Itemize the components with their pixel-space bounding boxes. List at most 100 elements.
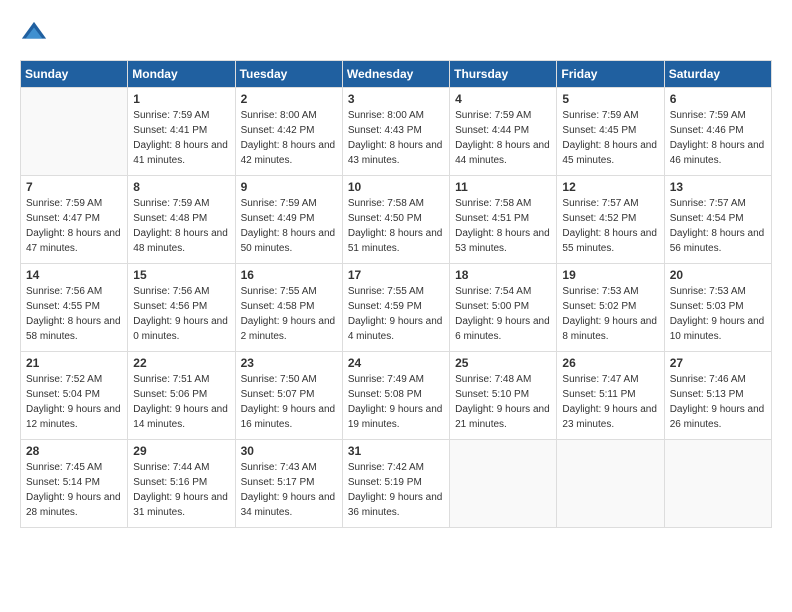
sunset-label: Sunset: 4:58 PM [241,301,315,312]
sunset-label: Sunset: 4:47 PM [26,213,100,224]
sunset-label: Sunset: 5:19 PM [348,477,422,488]
daylight-label: Daylight: 9 hours and 28 minutes. [26,492,121,518]
day-number: 1 [133,92,229,106]
sunrise-label: Sunrise: 7:48 AM [455,374,531,385]
day-info: Sunrise: 7:55 AM Sunset: 4:58 PM Dayligh… [241,284,337,344]
day-number: 2 [241,92,337,106]
day-number: 26 [562,356,658,370]
daylight-label: Daylight: 9 hours and 31 minutes. [133,492,228,518]
sunset-label: Sunset: 5:10 PM [455,389,529,400]
day-info: Sunrise: 7:50 AM Sunset: 5:07 PM Dayligh… [241,372,337,432]
day-number: 14 [26,268,122,282]
sunrise-label: Sunrise: 8:00 AM [241,110,317,121]
day-info: Sunrise: 7:46 AM Sunset: 5:13 PM Dayligh… [670,372,766,432]
sunset-label: Sunset: 4:55 PM [26,301,100,312]
weekday-header-wednesday: Wednesday [342,61,449,88]
logo [20,20,52,48]
calendar-cell [21,88,128,176]
calendar-cell: 31 Sunrise: 7:42 AM Sunset: 5:19 PM Dayl… [342,440,449,528]
day-number: 6 [670,92,766,106]
sunrise-label: Sunrise: 7:52 AM [26,374,102,385]
daylight-label: Daylight: 9 hours and 36 minutes. [348,492,443,518]
day-number: 23 [241,356,337,370]
daylight-label: Daylight: 8 hours and 46 minutes. [670,140,765,166]
day-info: Sunrise: 7:57 AM Sunset: 4:54 PM Dayligh… [670,196,766,256]
day-number: 13 [670,180,766,194]
day-info: Sunrise: 7:56 AM Sunset: 4:56 PM Dayligh… [133,284,229,344]
day-info: Sunrise: 7:55 AM Sunset: 4:59 PM Dayligh… [348,284,444,344]
calendar-cell: 2 Sunrise: 8:00 AM Sunset: 4:42 PM Dayli… [235,88,342,176]
day-info: Sunrise: 7:59 AM Sunset: 4:45 PM Dayligh… [562,108,658,168]
day-number: 25 [455,356,551,370]
day-info: Sunrise: 7:59 AM Sunset: 4:49 PM Dayligh… [241,196,337,256]
sunrise-label: Sunrise: 7:59 AM [241,198,317,209]
sunset-label: Sunset: 4:50 PM [348,213,422,224]
calendar-cell: 3 Sunrise: 8:00 AM Sunset: 4:43 PM Dayli… [342,88,449,176]
sunrise-label: Sunrise: 7:54 AM [455,286,531,297]
calendar-cell: 12 Sunrise: 7:57 AM Sunset: 4:52 PM Dayl… [557,176,664,264]
sunset-label: Sunset: 5:11 PM [562,389,635,400]
day-number: 9 [241,180,337,194]
daylight-label: Daylight: 8 hours and 44 minutes. [455,140,550,166]
sunset-label: Sunset: 5:07 PM [241,389,315,400]
calendar-cell: 18 Sunrise: 7:54 AM Sunset: 5:00 PM Dayl… [450,264,557,352]
daylight-label: Daylight: 8 hours and 53 minutes. [455,228,550,254]
page: SundayMondayTuesdayWednesdayThursdayFrid… [0,0,792,612]
calendar-cell [557,440,664,528]
day-number: 11 [455,180,551,194]
sunrise-label: Sunrise: 7:57 AM [670,198,746,209]
sunrise-label: Sunrise: 7:45 AM [26,462,102,473]
daylight-label: Daylight: 9 hours and 6 minutes. [455,316,550,342]
daylight-label: Daylight: 8 hours and 45 minutes. [562,140,657,166]
day-number: 16 [241,268,337,282]
sunset-label: Sunset: 4:45 PM [562,125,636,136]
sunrise-label: Sunrise: 7:57 AM [562,198,638,209]
sunset-label: Sunset: 4:41 PM [133,125,207,136]
sunset-label: Sunset: 4:42 PM [241,125,315,136]
daylight-label: Daylight: 9 hours and 34 minutes. [241,492,336,518]
calendar-cell: 8 Sunrise: 7:59 AM Sunset: 4:48 PM Dayli… [128,176,235,264]
sunrise-label: Sunrise: 7:58 AM [348,198,424,209]
day-info: Sunrise: 7:48 AM Sunset: 5:10 PM Dayligh… [455,372,551,432]
calendar-table: SundayMondayTuesdayWednesdayThursdayFrid… [20,60,772,528]
sunrise-label: Sunrise: 7:59 AM [562,110,638,121]
calendar-cell: 15 Sunrise: 7:56 AM Sunset: 4:56 PM Dayl… [128,264,235,352]
sunrise-label: Sunrise: 7:55 AM [348,286,424,297]
daylight-label: Daylight: 9 hours and 12 minutes. [26,404,121,430]
day-number: 7 [26,180,122,194]
sunset-label: Sunset: 4:54 PM [670,213,744,224]
day-number: 17 [348,268,444,282]
sunrise-label: Sunrise: 7:46 AM [670,374,746,385]
calendar-cell: 14 Sunrise: 7:56 AM Sunset: 4:55 PM Dayl… [21,264,128,352]
daylight-label: Daylight: 9 hours and 4 minutes. [348,316,443,342]
week-row-4: 21 Sunrise: 7:52 AM Sunset: 5:04 PM Dayl… [21,352,772,440]
calendar-cell: 10 Sunrise: 7:58 AM Sunset: 4:50 PM Dayl… [342,176,449,264]
day-info: Sunrise: 7:59 AM Sunset: 4:46 PM Dayligh… [670,108,766,168]
day-number: 22 [133,356,229,370]
sunset-label: Sunset: 4:49 PM [241,213,315,224]
day-number: 19 [562,268,658,282]
calendar-cell: 23 Sunrise: 7:50 AM Sunset: 5:07 PM Dayl… [235,352,342,440]
calendar-cell [450,440,557,528]
day-number: 3 [348,92,444,106]
sunset-label: Sunset: 5:02 PM [562,301,636,312]
sunset-label: Sunset: 4:48 PM [133,213,207,224]
day-info: Sunrise: 7:57 AM Sunset: 4:52 PM Dayligh… [562,196,658,256]
calendar-cell: 4 Sunrise: 7:59 AM Sunset: 4:44 PM Dayli… [450,88,557,176]
sunrise-label: Sunrise: 7:59 AM [26,198,102,209]
weekday-header-sunday: Sunday [21,61,128,88]
sunset-label: Sunset: 4:46 PM [670,125,744,136]
day-number: 15 [133,268,229,282]
day-number: 31 [348,444,444,458]
day-info: Sunrise: 7:59 AM Sunset: 4:48 PM Dayligh… [133,196,229,256]
day-number: 12 [562,180,658,194]
day-info: Sunrise: 7:45 AM Sunset: 5:14 PM Dayligh… [26,460,122,520]
daylight-label: Daylight: 9 hours and 16 minutes. [241,404,336,430]
sunrise-label: Sunrise: 7:47 AM [562,374,638,385]
day-number: 29 [133,444,229,458]
sunrise-label: Sunrise: 7:59 AM [133,110,209,121]
sunset-label: Sunset: 5:13 PM [670,389,744,400]
weekday-header-row: SundayMondayTuesdayWednesdayThursdayFrid… [21,61,772,88]
day-info: Sunrise: 7:52 AM Sunset: 5:04 PM Dayligh… [26,372,122,432]
sunrise-label: Sunrise: 7:49 AM [348,374,424,385]
